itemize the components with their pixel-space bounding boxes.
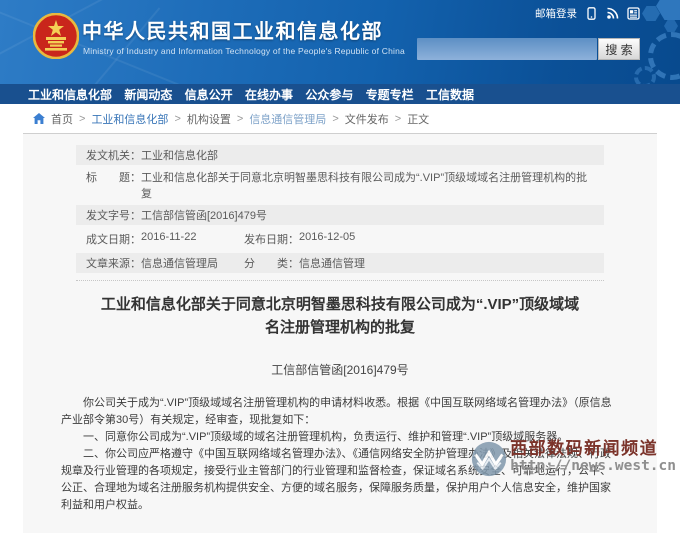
breadcrumb-separator: > bbox=[395, 113, 401, 125]
meta-value: 工业和信息化部 bbox=[141, 147, 218, 163]
meta-value: 工信部信管函[2016]479号 bbox=[141, 207, 267, 223]
site-subtitle: Ministry of Industry and Information Tec… bbox=[83, 46, 405, 56]
breadcrumb-separator: > bbox=[332, 113, 338, 125]
home-icon[interactable] bbox=[33, 113, 45, 124]
breadcrumb-item-org-setup[interactable]: 机构设置 bbox=[187, 111, 231, 127]
search-button[interactable]: 搜 索 bbox=[598, 38, 640, 60]
nav-item-public-participation[interactable]: 公众参与 bbox=[305, 86, 353, 103]
meta-label: 标 题： bbox=[86, 169, 141, 201]
nav-item-info-disclosure[interactable]: 信息公开 bbox=[185, 86, 233, 103]
west-logo-icon bbox=[471, 441, 507, 477]
breadcrumb-item-ministry[interactable]: 工业和信息化部 bbox=[91, 111, 168, 127]
breadcrumb-item-doc-release[interactable]: 文件发布 bbox=[345, 111, 389, 127]
hexagon-decoration bbox=[656, 0, 680, 20]
document-meta-table: 发文机关：工业和信息化部 标 题：工业和信息化部关于同意北京明智墨思科技有限公司… bbox=[76, 145, 604, 273]
breadcrumb: 首页 > 工业和信息化部 > 机构设置 > 信息通信管理局 > 文件发布 > 正… bbox=[0, 104, 680, 133]
hexagon-decoration bbox=[664, 20, 678, 32]
breadcrumb-item-telecom-bureau[interactable]: 信息通信管理局 bbox=[249, 111, 326, 127]
rss-icon[interactable] bbox=[606, 7, 619, 20]
meta-value: 信息通信管理 bbox=[299, 255, 365, 271]
nav-item-miit-data[interactable]: 工信数据 bbox=[426, 86, 474, 103]
nav-item-special-topics[interactable]: 专题专栏 bbox=[366, 86, 414, 103]
meta-value: 2016-12-05 bbox=[299, 231, 355, 247]
meta-row-issuing-agency: 发文机关：工业和信息化部 bbox=[76, 145, 604, 165]
meta-value: 2016-11-22 bbox=[141, 231, 196, 247]
breadcrumb-separator: > bbox=[79, 113, 85, 125]
document-number: 工信部信管函[2016]479号 bbox=[61, 361, 619, 378]
nav-item-ministry[interactable]: 工业和信息化部 bbox=[28, 86, 112, 103]
mobile-icon[interactable] bbox=[585, 7, 598, 20]
page-title: 工业和信息化部关于同意北京明智墨思科技有限公司成为“.VIP”顶级域域名注册管理… bbox=[97, 293, 583, 339]
meta-label: 发布日期： bbox=[244, 231, 299, 247]
meta-row-dates: 成文日期：2016-11-22 发布日期：2016-12-05 bbox=[76, 229, 604, 249]
mail-login-link[interactable]: 邮箱登录 bbox=[535, 6, 577, 21]
meta-label: 发文机关： bbox=[86, 147, 141, 163]
site-header: 中华人民共和国工业和信息化部 Ministry of Industry and … bbox=[0, 0, 680, 84]
search-bar: 搜 索 bbox=[417, 38, 640, 60]
main-navigation: 工业和信息化部 新闻动态 信息公开 在线办事 公众参与 专题专栏 工信数据 bbox=[0, 84, 680, 104]
breadcrumb-item-current: 正文 bbox=[407, 111, 429, 127]
document-paragraph: 你公司关于成为“.VIP”顶级域域名注册管理机构的申请材料收悉。根据《中国互联网… bbox=[61, 395, 619, 429]
watermark: 西部数码新闻频道 http://news.west.cn bbox=[471, 439, 676, 475]
gear-decoration bbox=[634, 66, 656, 84]
meta-label: 文章来源： bbox=[86, 255, 141, 271]
meta-value: 信息通信管理局 bbox=[141, 255, 218, 271]
meta-label: 成文日期： bbox=[86, 231, 141, 247]
breadcrumb-item-home[interactable]: 首页 bbox=[51, 111, 73, 127]
meta-label: 分 类： bbox=[244, 255, 299, 271]
hexagon-decoration bbox=[642, 6, 660, 21]
dotted-divider bbox=[76, 280, 604, 281]
breadcrumb-separator: > bbox=[237, 113, 243, 125]
search-input[interactable] bbox=[417, 38, 597, 60]
meta-row-doc-number: 发文字号：工信部信管函[2016]479号 bbox=[76, 205, 604, 225]
newspaper-icon[interactable] bbox=[627, 7, 640, 20]
meta-row-source-category: 文章来源：信息通信管理局 分 类：信息通信管理 bbox=[76, 253, 604, 273]
nav-item-news[interactable]: 新闻动态 bbox=[124, 86, 172, 103]
meta-row-title: 标 题：工业和信息化部关于同意北京明智墨思科技有限公司成为“.VIP”顶级域域名… bbox=[76, 169, 604, 201]
nav-item-online-services[interactable]: 在线办事 bbox=[245, 86, 293, 103]
watermark-url: http://news.west.cn bbox=[510, 458, 676, 475]
national-emblem-logo bbox=[33, 13, 79, 59]
watermark-channel-name: 西部数码新闻频道 bbox=[510, 439, 658, 458]
breadcrumb-separator: > bbox=[174, 113, 180, 125]
meta-label: 发文字号： bbox=[86, 207, 141, 223]
site-title[interactable]: 中华人民共和国工业和信息化部 bbox=[82, 15, 383, 44]
meta-value: 工业和信息化部关于同意北京明智墨思科技有限公司成为“.VIP”顶级域域名注册管理… bbox=[141, 169, 594, 201]
